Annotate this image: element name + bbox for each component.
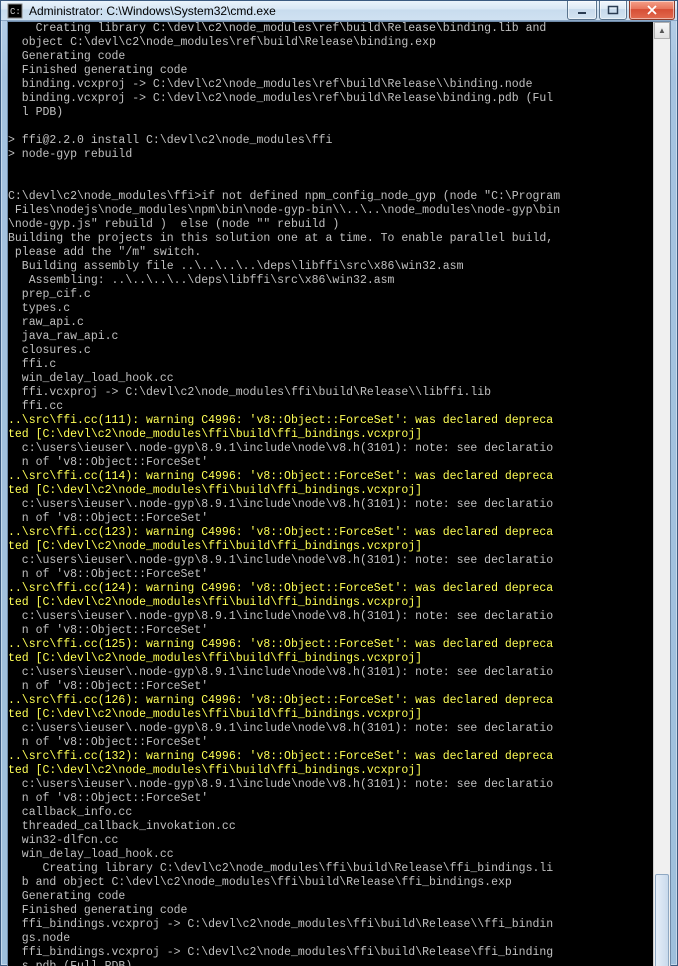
terminal-line: \node-gyp.js" rebuild ) else (node "" re… — [8, 218, 653, 232]
terminal-line: ffi.c — [8, 358, 653, 372]
cmd-window: C: Administrator: C:\Windows\System32\cm… — [0, 0, 678, 966]
terminal-line: Finished generating code — [8, 904, 653, 918]
terminal-line: c:\users\ieuser\.node-gyp\8.9.1\include\… — [8, 498, 653, 512]
terminal-line: win_delay_load_hook.cc — [8, 848, 653, 862]
terminal-line: ted [C:\devl\c2\node_modules\ffi\build\f… — [8, 428, 653, 442]
terminal-line: ..\src\ffi.cc(132): warning C4996: 'v8::… — [8, 750, 653, 764]
terminal-line: raw_api.c — [8, 316, 653, 330]
terminal-line: > ffi@2.2.0 install C:\devl\c2\node_modu… — [8, 134, 653, 148]
terminal-line: Finished generating code — [8, 64, 653, 78]
terminal-line: ted [C:\devl\c2\node_modules\ffi\build\f… — [8, 540, 653, 554]
terminal-line: win_delay_load_hook.cc — [8, 372, 653, 386]
terminal-line: ..\src\ffi.cc(126): warning C4996: 'v8::… — [8, 694, 653, 708]
close-button[interactable] — [629, 1, 675, 20]
terminal-line: ..\src\ffi.cc(123): warning C4996: 'v8::… — [8, 526, 653, 540]
maximize-button[interactable] — [599, 1, 627, 20]
terminal-line: please add the "/m" switch. — [8, 246, 653, 260]
terminal-line: ted [C:\devl\c2\node_modules\ffi\build\f… — [8, 708, 653, 722]
terminal-line: n of 'v8::Object::ForceSet' — [8, 512, 653, 526]
terminal-line: win32-dlfcn.cc — [8, 834, 653, 848]
terminal-line: types.c — [8, 302, 653, 316]
terminal-line: Building the projects in this solution o… — [8, 232, 653, 246]
terminal-line: n of 'v8::Object::ForceSet' — [8, 568, 653, 582]
terminal-line: prep_cif.c — [8, 288, 653, 302]
terminal-line — [8, 162, 653, 176]
titlebar[interactable]: C: Administrator: C:\Windows\System32\cm… — [1, 1, 677, 21]
terminal-line: ..\src\ffi.cc(124): warning C4996: 'v8::… — [8, 582, 653, 596]
terminal-line: l PDB) — [8, 106, 653, 120]
terminal-line: closures.c — [8, 344, 653, 358]
scroll-up-button[interactable]: ▲ — [654, 22, 670, 39]
terminal-line: Files\nodejs\node_modules\npm\bin\node-g… — [8, 204, 653, 218]
terminal-line: s.pdb (Full PDB) — [8, 960, 653, 966]
terminal-line: ted [C:\devl\c2\node_modules\ffi\build\f… — [8, 484, 653, 498]
scroll-track[interactable] — [654, 39, 670, 966]
terminal-line — [8, 120, 653, 134]
terminal-line: java_raw_api.c — [8, 330, 653, 344]
window-controls — [567, 1, 675, 20]
terminal-line: callback_info.cc — [8, 806, 653, 820]
terminal-line: ted [C:\devl\c2\node_modules\ffi\build\f… — [8, 596, 653, 610]
terminal-output[interactable]: Creating library C:\devl\c2\node_modules… — [8, 22, 653, 966]
svg-text:C:: C: — [10, 7, 21, 17]
terminal-line: ..\src\ffi.cc(111): warning C4996: 'v8::… — [8, 414, 653, 428]
terminal-line: binding.vcxproj -> C:\devl\c2\node_modul… — [8, 78, 653, 92]
terminal-line: Creating library C:\devl\c2\node_modules… — [8, 862, 653, 876]
terminal-line: gs.node — [8, 932, 653, 946]
terminal-line: binding.vcxproj -> C:\devl\c2\node_modul… — [8, 92, 653, 106]
vertical-scrollbar[interactable]: ▲ ▼ — [653, 22, 670, 966]
terminal-line: n of 'v8::Object::ForceSet' — [8, 736, 653, 750]
terminal-line: n of 'v8::Object::ForceSet' — [8, 792, 653, 806]
terminal-line: C:\devl\c2\node_modules\ffi>if not defin… — [8, 190, 653, 204]
terminal-line: b and object C:\devl\c2\node_modules\ffi… — [8, 876, 653, 890]
terminal-line: threaded_callback_invokation.cc — [8, 820, 653, 834]
cmd-icon: C: — [7, 3, 23, 19]
minimize-button[interactable] — [567, 1, 597, 20]
terminal-line: ted [C:\devl\c2\node_modules\ffi\build\f… — [8, 652, 653, 666]
terminal-line: c:\users\ieuser\.node-gyp\8.9.1\include\… — [8, 778, 653, 792]
terminal-line: Generating code — [8, 50, 653, 64]
terminal-line: Assembling: ..\..\..\..\deps\libffi\src\… — [8, 274, 653, 288]
terminal-line: Generating code — [8, 890, 653, 904]
client-area: Creating library C:\devl\c2\node_modules… — [7, 21, 671, 966]
terminal-line: object C:\devl\c2\node_modules\ref\build… — [8, 36, 653, 50]
terminal-line: Creating library C:\devl\c2\node_modules… — [8, 22, 653, 36]
terminal-line: Building assembly file ..\..\..\..\deps\… — [8, 260, 653, 274]
scroll-thumb[interactable] — [655, 874, 669, 966]
terminal-line: c:\users\ieuser\.node-gyp\8.9.1\include\… — [8, 666, 653, 680]
terminal-line: > node-gyp rebuild — [8, 148, 653, 162]
terminal-line: c:\users\ieuser\.node-gyp\8.9.1\include\… — [8, 722, 653, 736]
terminal-line: ffi.vcxproj -> C:\devl\c2\node_modules\f… — [8, 386, 653, 400]
terminal-line: c:\users\ieuser\.node-gyp\8.9.1\include\… — [8, 610, 653, 624]
terminal-line: ffi_bindings.vcxproj -> C:\devl\c2\node_… — [8, 918, 653, 932]
terminal-line: ffi.cc — [8, 400, 653, 414]
terminal-line: c:\users\ieuser\.node-gyp\8.9.1\include\… — [8, 442, 653, 456]
window-title: Administrator: C:\Windows\System32\cmd.e… — [29, 4, 276, 18]
terminal-line: ..\src\ffi.cc(125): warning C4996: 'v8::… — [8, 638, 653, 652]
terminal-line: n of 'v8::Object::ForceSet' — [8, 680, 653, 694]
terminal-line: ..\src\ffi.cc(114): warning C4996: 'v8::… — [8, 470, 653, 484]
terminal-line: ted [C:\devl\c2\node_modules\ffi\build\f… — [8, 764, 653, 778]
terminal-line: n of 'v8::Object::ForceSet' — [8, 624, 653, 638]
terminal-line: c:\users\ieuser\.node-gyp\8.9.1\include\… — [8, 554, 653, 568]
terminal-line: n of 'v8::Object::ForceSet' — [8, 456, 653, 470]
terminal-line: ffi_bindings.vcxproj -> C:\devl\c2\node_… — [8, 946, 653, 960]
terminal-line — [8, 176, 653, 190]
